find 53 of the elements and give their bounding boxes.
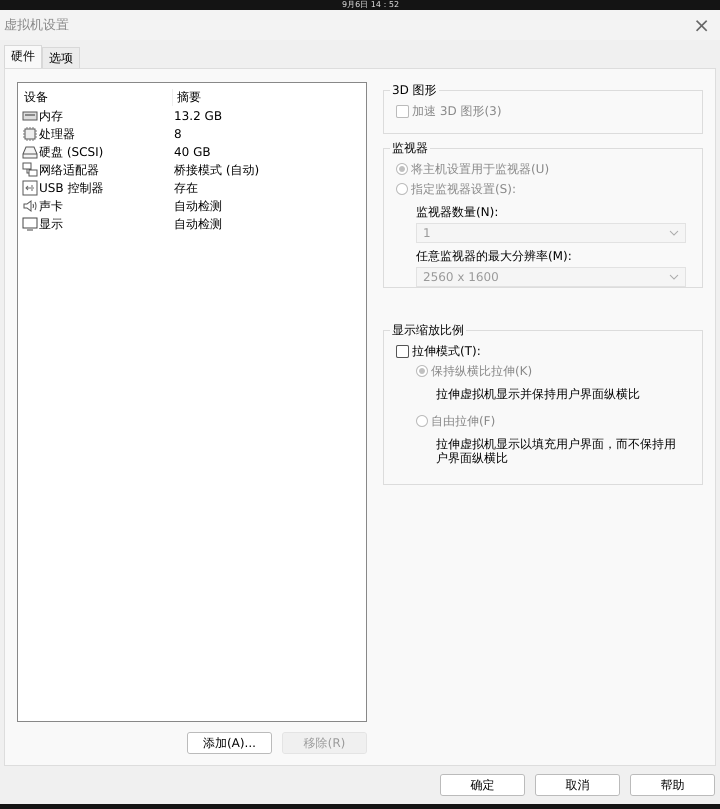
monitor-icon — [22, 216, 38, 232]
device-name: USB 控制器 — [39, 180, 104, 196]
checkbox[interactable] — [396, 344, 409, 358]
device-row[interactable]: 显示 自动检测 — [18, 215, 366, 233]
device-row[interactable]: 网络适配器 桥接模式 (自动) — [18, 161, 366, 179]
option-description: 拉伸虚拟机显示以填充用户界面，而不保持用户界面纵横比 — [435, 437, 676, 465]
usb-icon — [22, 180, 38, 196]
caret-icon — [669, 230, 679, 236]
dialog-button[interactable]: 取消 — [535, 774, 620, 796]
speaker-icon — [22, 198, 38, 214]
option-description: 拉伸虚拟机显示并保持用户界面纵横比 — [435, 387, 641, 401]
device-row[interactable]: 硬盘 (SCSI) 40 GB — [18, 143, 366, 161]
caret-icon — [669, 274, 679, 280]
device-summary: 8 — [173, 127, 183, 141]
dialog-button[interactable]: 确定 — [440, 774, 525, 796]
device-row[interactable]: 声卡 自动检测 — [18, 197, 366, 215]
clock: 9月6日 14：52 — [342, 0, 400, 10]
tab[interactable]: 选项 — [42, 47, 80, 68]
field-label: 任意监视器的最大分辨率(M): — [416, 248, 573, 264]
group-title: 3D 图形 — [391, 82, 438, 99]
device-summary: 存在 — [173, 180, 199, 196]
device-name: 硬盘 (SCSI) — [39, 144, 104, 160]
column-header[interactable]: 摘要 — [172, 88, 366, 106]
device-name: 内存 — [39, 108, 63, 124]
device-row[interactable]: 内存 13.2 GB — [18, 107, 366, 125]
device-name: 网络适配器 — [39, 162, 99, 178]
radio-label: 自由拉伸(F) — [431, 412, 496, 430]
device-row[interactable]: 处理器 8 — [18, 125, 366, 143]
list-button[interactable]: 添加(A)... — [187, 732, 272, 754]
window-title: 虚拟机设置 — [4, 17, 69, 34]
device-summary: 桥接模式 (自动) — [173, 162, 260, 178]
device-name: 显示 — [39, 216, 63, 232]
device-summary: 40 GB — [173, 145, 212, 159]
chip-icon — [22, 126, 38, 142]
radio-label: 保持纵横比拉伸(K) — [431, 362, 532, 380]
checkbox-label: 加速 3D 图形(3) — [412, 102, 502, 120]
checkbox-label: 拉伸模式(T): — [412, 342, 481, 360]
close-button[interactable]: × — [687, 13, 716, 37]
column-header[interactable]: 设备 — [22, 88, 172, 106]
tab[interactable]: 硬件 — [4, 45, 42, 68]
dialog-button[interactable]: 帮助 — [630, 774, 715, 796]
group-title: 监视器 — [391, 140, 429, 157]
device-row[interactable]: USB 控制器 存在 — [18, 179, 366, 197]
radio-label: 指定监视器设置(S): — [411, 180, 516, 198]
device-summary: 自动检测 — [173, 198, 223, 214]
radio-label: 将主机设置用于监视器(U) — [411, 160, 550, 178]
field-label: 监视器数量(N): — [416, 204, 500, 220]
group-title: 显示缩放比例 — [391, 322, 465, 339]
network-icon — [22, 162, 38, 178]
device-name: 声卡 — [39, 198, 63, 214]
device-summary: 自动检测 — [173, 216, 223, 232]
device-name: 处理器 — [39, 126, 75, 142]
device-summary: 13.2 GB — [173, 109, 224, 123]
